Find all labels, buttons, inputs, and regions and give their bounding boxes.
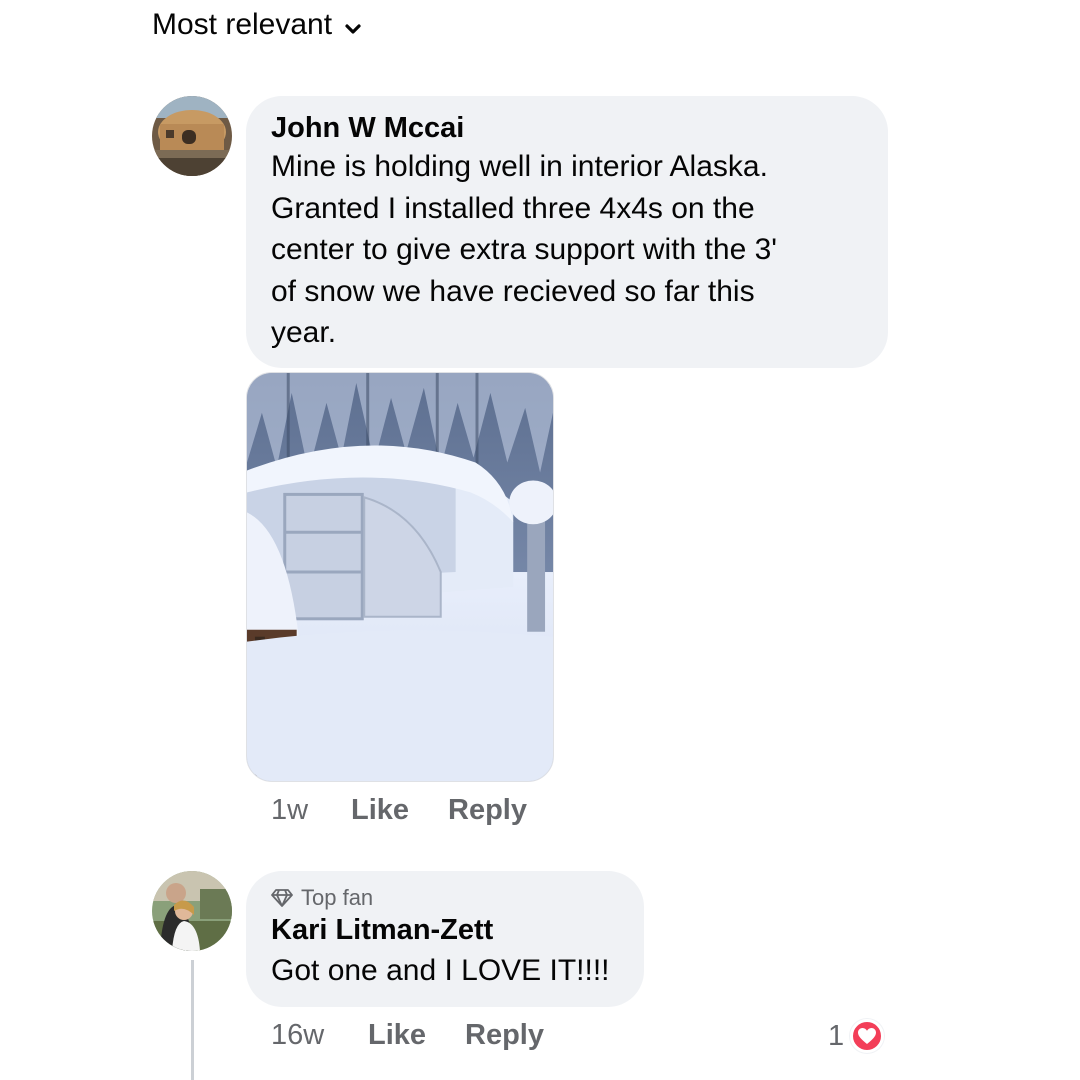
- comment-actions: 1w Like Reply: [271, 794, 527, 827]
- comment-author[interactable]: Kari Litman-Zett: [271, 911, 620, 949]
- comment-text: Mine is holding well in interior Alaska.…: [271, 146, 864, 354]
- comment-text-line: year.: [271, 316, 337, 349]
- like-button[interactable]: Like: [368, 1019, 465, 1052]
- top-fan-badge: Top fan: [271, 885, 620, 911]
- thread-line: [191, 960, 194, 1080]
- comment-text-line: Mine is holding well in interior Alaska.: [271, 150, 768, 183]
- comment-timestamp[interactable]: 16w: [271, 1019, 368, 1052]
- heart-icon: [850, 1019, 885, 1053]
- comment-author[interactable]: John W Mccai: [271, 110, 864, 146]
- diamond-icon: [271, 889, 293, 907]
- chevron-down-icon: [342, 14, 364, 36]
- reply-button[interactable]: Reply: [448, 794, 527, 827]
- comment-actions: 16w Like Reply: [271, 1019, 544, 1052]
- avatar[interactable]: [152, 871, 232, 951]
- sort-dropdown[interactable]: Most relevant: [152, 8, 364, 42]
- top-fan-label: Top fan: [301, 885, 374, 910]
- comment-text-line: center to give extra support with the 3': [271, 233, 778, 266]
- reaction-summary[interactable]: 1: [828, 1019, 885, 1053]
- comment-text: Got one and I LOVE IT!!!!: [271, 954, 610, 987]
- comment-bubble: John W Mccai Mine is holding well in int…: [246, 96, 888, 368]
- comment-photo[interactable]: [246, 372, 554, 782]
- reply-button[interactable]: Reply: [465, 1019, 544, 1052]
- sort-label: Most relevant: [152, 8, 333, 41]
- comment-bubble: Top fan Kari Litman-Zett Got one and I L…: [246, 871, 644, 1007]
- avatar[interactable]: [152, 96, 232, 176]
- comment-text-line: Granted I installed three 4x4s on the: [271, 191, 755, 225]
- comment-timestamp[interactable]: 1w: [271, 794, 351, 827]
- reaction-count: 1: [828, 1019, 845, 1052]
- comment-text-line: of snow we have recieved so far this: [271, 274, 755, 308]
- like-button[interactable]: Like: [351, 794, 448, 827]
